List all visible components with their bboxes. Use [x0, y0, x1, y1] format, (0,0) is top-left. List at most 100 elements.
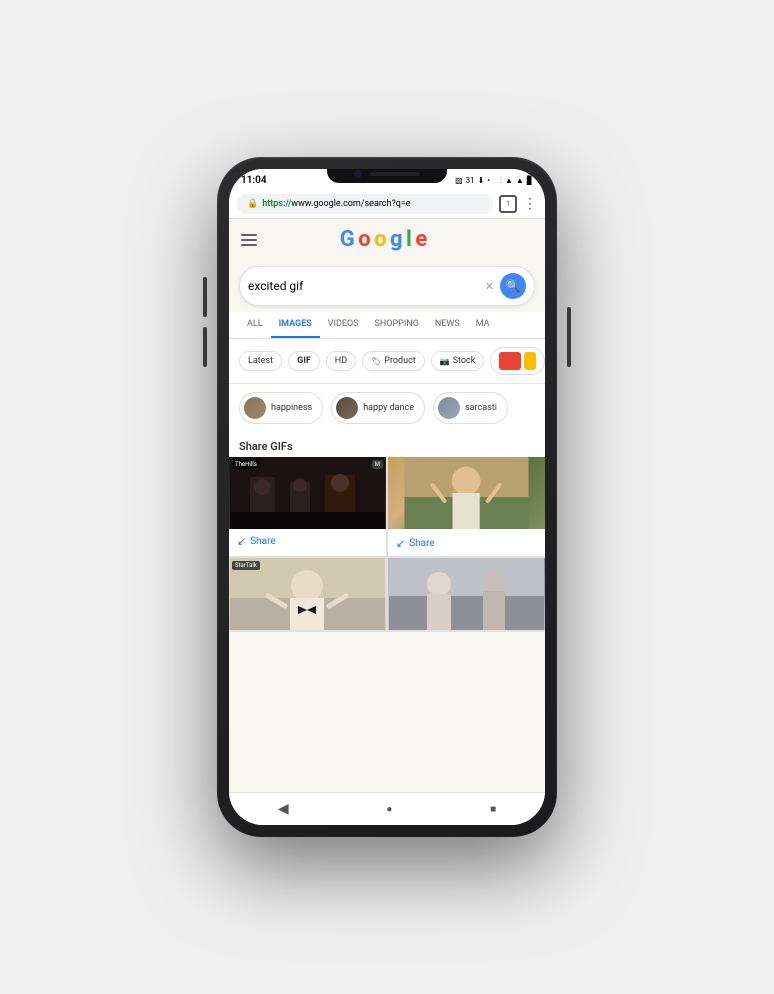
page-content[interactable]: G o o g l e excited gif ✕ 🔍 — [229, 219, 545, 792]
google-header: G o o g l e — [229, 219, 545, 260]
tab-shopping[interactable]: SHOPPING — [367, 312, 427, 338]
search-submit-button[interactable]: 🔍 — [500, 273, 526, 299]
chip-happy-dance[interactable]: happy dance — [331, 392, 425, 424]
filter-pills-row: Latest GIF HD 🏷 Product 📷 Stock — [229, 339, 545, 384]
search-nav-tabs: ALL IMAGES VIDEOS SHOPPING NEWS MA — [229, 312, 545, 339]
speaker — [370, 172, 420, 176]
gif-card-3[interactable]: StarTalk — [229, 558, 386, 630]
url-https: https:// — [262, 199, 291, 209]
lock-icon: 🔒 — [247, 199, 258, 209]
filter-gif[interactable]: GIF — [288, 351, 320, 371]
category-chips-row: happiness happy dance sarcasti — [229, 384, 545, 432]
screen-content: 11:04 ▨ 31 ⬇ • ⫶ ▲ ▲ ▊ 🔒 h — [229, 169, 545, 825]
home-button[interactable]: ● — [386, 804, 392, 815]
front-camera — [354, 170, 362, 178]
filter-stock[interactable]: 📷 Stock — [431, 351, 485, 371]
recents-button[interactable]: ■ — [490, 804, 496, 815]
chip-happiness-img — [244, 397, 266, 419]
color-swatch-red — [499, 352, 521, 370]
filter-product[interactable]: 🏷 Product — [362, 351, 425, 371]
gif-badge-1: M — [372, 460, 383, 469]
volume-down-button[interactable] — [203, 327, 207, 367]
clear-search-button[interactable]: ✕ — [485, 280, 494, 293]
share-row-2[interactable]: ↙ Share — [388, 529, 545, 556]
vibrate-icon: ⫶ — [500, 176, 502, 186]
filter-product-label: Product — [384, 356, 415, 366]
chip-happiness-label: happiness — [271, 403, 312, 413]
color-swatch-yellow — [524, 352, 536, 370]
tag-icon: 🏷 — [371, 357, 381, 366]
logo-e: e — [415, 227, 426, 252]
chip-happy-dance-img — [336, 397, 358, 419]
chip-happy-dance-avatar — [336, 397, 358, 419]
status-time: 11:04 — [241, 175, 267, 186]
logo-g2: g — [390, 227, 402, 252]
battery-icon: ▊ — [527, 176, 533, 185]
gif-card-1[interactable]: TheHills M ↙ Share — [229, 457, 386, 556]
filter-color[interactable] — [490, 347, 545, 375]
search-box[interactable]: excited gif ✕ 🔍 — [239, 266, 535, 306]
calendar-icon: 31 — [466, 176, 475, 185]
bottom-nav: ◀ ● ■ — [229, 792, 545, 825]
filter-hd-label: HD — [335, 356, 347, 366]
hamburger-menu[interactable] — [241, 234, 257, 246]
tab-news[interactable]: NEWS — [427, 312, 468, 338]
chip-happy-dance-label: happy dance — [363, 403, 414, 413]
wifi-icon: ▲ — [505, 176, 513, 185]
filter-latest-label: Latest — [248, 356, 273, 366]
gif-label-1: TheHills — [232, 460, 260, 469]
volume-up-button[interactable] — [203, 277, 207, 317]
share-row-1[interactable]: ↙ Share — [229, 529, 386, 554]
share-icon-2: ↙ — [396, 537, 405, 550]
power-button[interactable] — [567, 307, 571, 367]
google-logo: G o o g l e — [340, 227, 426, 252]
phone-device: 11:04 ▨ 31 ⬇ • ⫶ ▲ ▲ ▊ 🔒 h — [217, 157, 557, 837]
chip-sarcastic-label: sarcasti — [465, 403, 497, 413]
filter-gif-label: GIF — [297, 356, 311, 366]
status-icons: ▨ 31 ⬇ • ⫶ ▲ ▲ ▊ — [455, 176, 533, 186]
browser-menu[interactable]: ⋮ — [523, 197, 537, 211]
hamburger-line — [241, 244, 257, 246]
tab-images[interactable]: IMAGES — [271, 312, 320, 338]
section-title-share-gifs: Share GIFs — [229, 432, 545, 457]
filter-latest[interactable]: Latest — [239, 351, 282, 371]
stock-icon: 📷 — [440, 357, 450, 366]
phone-screen: 11:04 ▨ 31 ⬇ • ⫶ ▲ ▲ ▊ 🔒 h — [229, 169, 545, 825]
back-button[interactable]: ◀ — [278, 801, 289, 817]
gif-thumb-2 — [388, 457, 545, 529]
chip-sarcastic-img — [438, 397, 460, 419]
url-bar-container: 🔒 https://www.google.com/search?q=e 1 ⋮ — [229, 190, 545, 219]
logo-o1: o — [358, 227, 369, 252]
logo-o2: o — [374, 227, 385, 252]
phone-top-notch — [327, 169, 447, 183]
signal-icon: ▲ — [516, 176, 524, 185]
search-icon: 🔍 — [506, 279, 521, 293]
share-icon-1: ↙ — [237, 535, 246, 548]
gif-label-3: StarTalk — [232, 561, 260, 570]
chip-happiness[interactable]: happiness — [239, 392, 323, 424]
search-query-text: excited gif — [248, 279, 485, 293]
logo-g: G — [340, 227, 354, 252]
tab-all[interactable]: ALL — [239, 312, 271, 338]
chip-sarcastic-avatar — [438, 397, 460, 419]
tab-videos[interactable]: VIDEOS — [320, 312, 367, 338]
hamburger-line — [241, 234, 257, 236]
tab-more[interactable]: MA — [468, 312, 498, 338]
tab-switcher[interactable]: 1 — [499, 195, 517, 213]
share-label-2: Share — [409, 538, 434, 549]
chip-sarcastic[interactable]: sarcasti — [433, 392, 508, 424]
filter-stock-label: Stock — [453, 356, 476, 366]
tab-count: 1 — [506, 200, 510, 208]
download-icon: ⬇ — [478, 176, 485, 185]
sim-icon: ▨ — [455, 176, 463, 185]
gif-grid: TheHills M ↙ Share — [229, 457, 545, 632]
filter-hd[interactable]: HD — [326, 351, 356, 371]
gif-card-4[interactable] — [388, 558, 545, 630]
hamburger-line — [241, 239, 257, 241]
gif-card-2[interactable]: ↙ Share — [388, 457, 545, 556]
dot-icon: • — [487, 176, 490, 185]
url-bar[interactable]: 🔒 https://www.google.com/search?q=e — [237, 194, 493, 214]
url-text: https://www.google.com/search?q=e — [262, 199, 410, 209]
share-label-1: Share — [250, 536, 275, 547]
gif-thumb-4 — [388, 558, 545, 630]
